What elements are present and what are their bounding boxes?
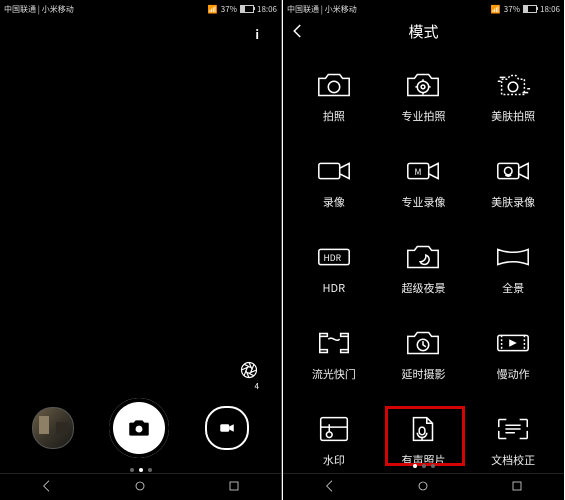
pro-camera-icon: [403, 68, 443, 102]
clock: 18:06: [540, 4, 560, 15]
mode-photo[interactable]: 拍照: [289, 62, 379, 144]
battery-icon: [240, 5, 254, 13]
hdr-icon: HDR: [314, 240, 354, 274]
mode-grid: 拍照 专业拍照 美肤拍照 录像: [283, 62, 564, 452]
modes-topbar: 模式: [283, 16, 564, 46]
mode-video[interactable]: 录像: [289, 148, 379, 230]
gallery-thumbnail[interactable]: [32, 407, 74, 449]
page-title: 模式: [408, 21, 438, 42]
page-dot: [148, 468, 152, 472]
mode-timelapse[interactable]: 延时摄影: [379, 320, 469, 402]
highlight-box: [385, 406, 465, 466]
night-icon: [403, 240, 443, 274]
video-icon: [314, 154, 354, 188]
status-bar: 中国联通 | 小米移动 📶 37% 18:06: [0, 0, 281, 17]
page-dot: [431, 464, 435, 468]
mode-hdr[interactable]: HDR HDR: [289, 234, 379, 316]
clock: 18:06: [257, 4, 277, 15]
system-nav-bar: [283, 473, 564, 500]
info-icon[interactable]: i: [255, 26, 259, 43]
shutter-button[interactable]: [109, 398, 169, 458]
page-indicator: [283, 464, 564, 468]
beauty-video-icon: [493, 154, 533, 188]
pro-video-icon: M: [403, 154, 443, 188]
mode-beauty-photo[interactable]: 美肤拍照: [468, 62, 558, 144]
nav-recent-icon[interactable]: [226, 475, 242, 499]
mode-panorama[interactable]: 全景: [468, 234, 558, 316]
mode-label: 流光快门: [312, 366, 356, 382]
mode-pro-photo[interactable]: 专业拍照: [379, 62, 469, 144]
mode-label: 专业录像: [401, 194, 445, 210]
camera-viewfinder-screen: 中国联通 | 小米移动 📶 37% 18:06 i 4: [0, 0, 282, 500]
aperture-value: 4: [255, 381, 259, 392]
svg-text:M: M: [415, 166, 422, 178]
timelapse-icon: [403, 326, 443, 360]
nav-recent-icon[interactable]: [509, 475, 525, 499]
mode-label: 慢动作: [497, 366, 530, 382]
mode-label: 延时摄影: [401, 366, 445, 382]
mode-night[interactable]: 超级夜景: [379, 234, 469, 316]
status-bar: 中国联通 | 小米移动 📶 37% 18:06: [283, 0, 564, 17]
back-icon[interactable]: [289, 22, 307, 40]
battery-pct: 37%: [504, 4, 520, 15]
nav-back-icon[interactable]: [39, 475, 55, 499]
mode-label: 美肤录像: [491, 194, 535, 210]
camera-bottom-controls: [0, 398, 281, 458]
page-dot: [422, 464, 426, 468]
nav-back-icon[interactable]: [322, 475, 338, 499]
aperture-icon[interactable]: [239, 360, 259, 380]
mode-light[interactable]: 流光快门: [289, 320, 379, 402]
camera-modes-screen: 中国联通 | 小米移动 📶 37% 18:06 模式 拍照: [283, 0, 564, 500]
mode-label: 全景: [502, 280, 524, 296]
slowmo-icon: [493, 326, 533, 360]
system-nav-bar: [0, 473, 281, 500]
mode-label: HDR: [323, 280, 346, 296]
doc-scan-icon: [493, 412, 533, 446]
mode-label: 专业拍照: [401, 108, 445, 124]
mode-pro-video[interactable]: M 专业录像: [379, 148, 469, 230]
mode-label: 录像: [323, 194, 345, 210]
camera-topbar: i: [0, 16, 281, 46]
mode-label: 美肤拍照: [491, 108, 535, 124]
mode-beauty-video[interactable]: 美肤录像: [468, 148, 558, 230]
page-dot-active: [139, 468, 143, 472]
battery-icon: [523, 5, 537, 13]
page-dot-active: [413, 464, 417, 468]
panorama-icon: [493, 240, 533, 274]
battery-pct: 37%: [221, 4, 237, 15]
watermark-icon: [314, 412, 354, 446]
mode-label: 超级夜景: [401, 280, 445, 296]
camera-icon: [314, 68, 354, 102]
page-dot: [130, 468, 134, 472]
mode-slowmo[interactable]: 慢动作: [468, 320, 558, 402]
video-mode-button[interactable]: [205, 406, 249, 450]
svg-text:HDR: HDR: [323, 252, 341, 264]
nav-home-icon[interactable]: [132, 475, 148, 499]
beauty-camera-icon: [493, 68, 533, 102]
mode-label: 拍照: [323, 108, 345, 124]
carrier-label: 中国联通 | 小米移动: [287, 4, 357, 15]
nav-home-icon[interactable]: [415, 475, 431, 499]
carrier-label: 中国联通 | 小米移动: [4, 4, 74, 15]
page-indicator: [0, 468, 281, 472]
light-painting-icon: [314, 326, 354, 360]
